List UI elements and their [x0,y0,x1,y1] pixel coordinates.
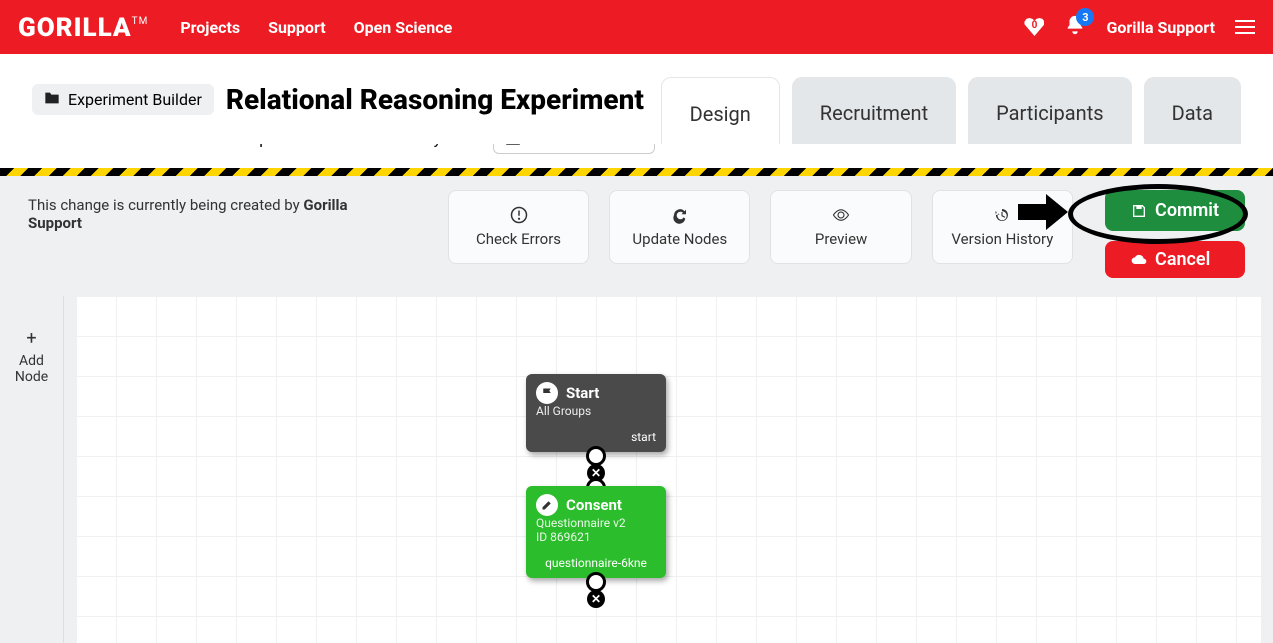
history-icon [993,206,1011,224]
cloud-cancel-icon [1131,252,1147,268]
connector-delete[interactable]: ✕ [587,590,605,608]
node-start-foot: start [536,430,656,444]
preview-label: Preview [815,230,867,248]
plus-icon: + [26,328,36,349]
tab-design[interactable]: Design [661,77,780,144]
logo[interactable]: GORILLATM [18,12,148,43]
refresh-icon [671,206,689,224]
save-icon [1131,203,1147,219]
app-header: GORILLATM Projects Support Open Science … [0,0,1273,54]
nav-open-science[interactable]: Open Science [354,18,453,37]
connector-port[interactable] [586,446,606,466]
experiment-title: Relational Reasoning Experiment [226,83,644,116]
flag-icon [536,382,558,404]
page-tabs: Design Recruitment Participants Data [661,77,1241,144]
preview-button[interactable]: Preview [770,190,911,264]
notifications-button[interactable]: 3 [1064,14,1086,40]
flow-canvas[interactable]: Start All Groups start ✕ Consent Questio… [76,296,1261,643]
change-status-text: This change is currently being created b… [28,190,388,232]
tab-data[interactable]: Data [1144,77,1241,144]
connector-port[interactable] [586,572,606,592]
node-consent[interactable]: Consent Questionnaire v2 ID 869621 quest… [526,486,666,578]
node-start-title: Start [566,384,599,402]
warning-icon [510,206,528,224]
node-start-sub: All Groups [536,404,656,418]
builder-badge-label: Experiment Builder [68,90,202,109]
nav-support[interactable]: Support [268,18,326,37]
add-node-button[interactable]: + Add Node [0,296,64,643]
node-start[interactable]: Start All Groups start [526,374,666,452]
tab-participants[interactable]: Participants [968,77,1131,144]
check-errors-label: Check Errors [476,230,561,248]
commit-button[interactable]: Commit [1105,190,1245,231]
eye-icon [832,206,850,224]
cancel-button[interactable]: Cancel [1105,241,1245,278]
add-node-label-2: Node [15,369,48,385]
user-menu[interactable]: Gorilla Support [1106,18,1215,37]
update-nodes-button[interactable]: Update Nodes [609,190,750,264]
node-consent-foot: questionnaire-6kne [536,556,656,570]
update-nodes-label: Update Nodes [632,230,727,248]
page-subheader: Experiment Builder Relational Reasoning … [0,54,1273,144]
node-consent-sub2: ID 869621 [536,530,656,544]
canvas-area: + Add Node Start All Groups start ✕ Cons… [0,296,1273,643]
node-consent-title: Consent [566,496,622,514]
check-errors-button[interactable]: Check Errors [448,190,589,264]
header-right: 3 Gorilla Support [1024,14,1255,40]
notification-count-badge: 3 [1076,8,1094,26]
trademark: TM [132,16,149,27]
add-node-label-1: Add [19,353,44,369]
builder-badge[interactable]: Experiment Builder [32,84,214,115]
nav-projects[interactable]: Projects [180,18,240,37]
cancel-label: Cancel [1155,249,1210,270]
version-history-button[interactable]: Version History [932,190,1073,264]
main-nav: Projects Support Open Science [180,18,452,37]
hazard-stripe [0,168,1273,176]
folder-icon [44,90,60,109]
change-toolbar: This change is currently being created b… [0,176,1273,296]
menu-icon[interactable] [1235,20,1255,34]
commit-label: Commit [1155,200,1219,221]
commit-column: Commit Cancel [1105,190,1245,278]
edit-icon [536,494,558,516]
logo-text: GORILLA [18,13,132,43]
version-history-label: Version History [951,230,1053,248]
node-consent-sub1: Questionnaire v2 [536,516,656,530]
tab-recruitment[interactable]: Recruitment [792,77,956,144]
heart-icon[interactable] [1024,18,1044,36]
